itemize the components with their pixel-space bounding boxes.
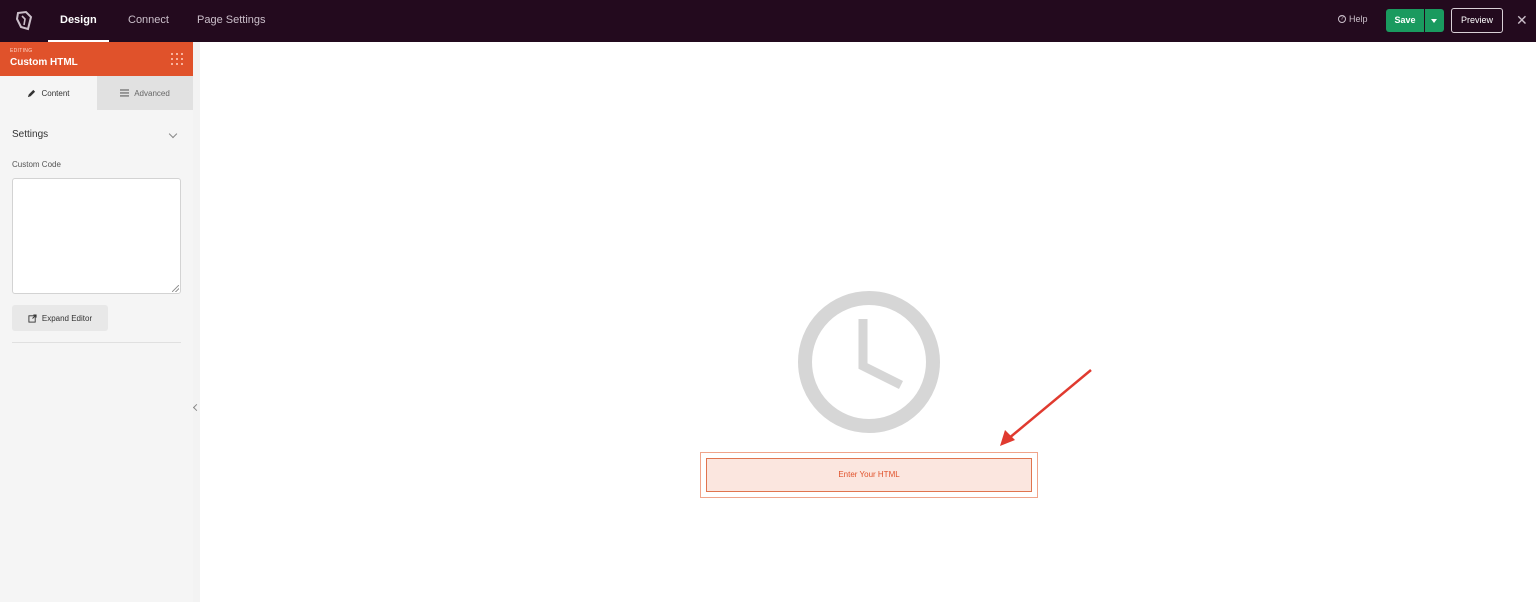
tab-content-label: Content xyxy=(41,88,70,98)
external-link-icon xyxy=(28,313,37,323)
custom-code-label: Custom Code xyxy=(12,160,61,169)
divider xyxy=(12,342,181,343)
tab-page-settings[interactable]: Page Settings xyxy=(197,0,266,42)
top-bar: Design Connect Page Settings ? Help Save… xyxy=(0,0,1536,42)
pencil-icon xyxy=(28,89,36,97)
html-placeholder[interactable]: Enter Your HTML xyxy=(706,458,1032,492)
help-link[interactable]: ? Help xyxy=(1338,14,1368,24)
custom-code-input[interactable] xyxy=(12,178,181,294)
tab-connect[interactable]: Connect xyxy=(128,0,169,42)
tab-advanced-label: Advanced xyxy=(134,88,170,98)
tab-advanced[interactable]: Advanced xyxy=(97,76,193,110)
settings-section-title[interactable]: Settings xyxy=(12,129,48,140)
grip-icon[interactable] xyxy=(171,53,183,65)
close-icon[interactable]: ✕ xyxy=(1516,12,1528,28)
help-icon: ? xyxy=(1338,15,1346,23)
list-icon xyxy=(120,89,130,97)
editing-label: EDITING xyxy=(10,48,33,54)
preview-button[interactable]: Preview xyxy=(1451,8,1503,33)
help-label: Help xyxy=(1349,14,1368,24)
dropdown-caret-icon[interactable] xyxy=(1425,9,1444,32)
resize-handle-icon[interactable] xyxy=(172,285,179,292)
sidebar-collapse-handle[interactable] xyxy=(193,42,200,602)
editing-header: EDITING Custom HTML xyxy=(0,42,193,76)
arrow-annotation xyxy=(1000,369,1092,446)
save-button[interactable]: Save xyxy=(1386,9,1424,32)
clock-icon xyxy=(798,291,940,433)
editing-title: Custom HTML xyxy=(10,57,78,68)
tab-content[interactable]: Content xyxy=(0,76,97,110)
chevron-down-icon[interactable] xyxy=(168,129,178,139)
logo-icon[interactable] xyxy=(12,9,36,33)
expand-editor-label: Expand Editor xyxy=(41,313,93,323)
editor-sidebar: EDITING Custom HTML Content Advanced Set… xyxy=(0,42,193,602)
tab-design[interactable]: Design xyxy=(48,0,109,42)
expand-editor-button[interactable]: Expand Editor xyxy=(12,305,108,331)
